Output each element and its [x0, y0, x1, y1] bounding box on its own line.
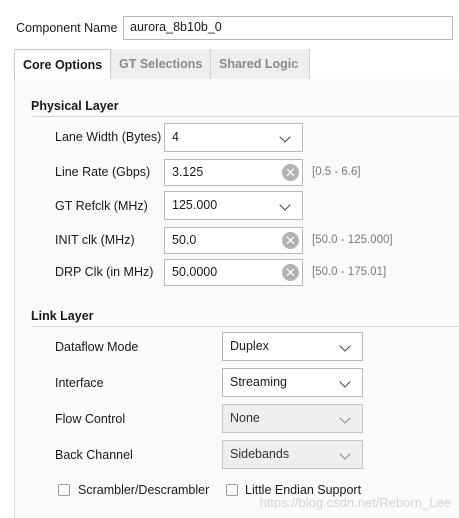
- gt-refclk-select[interactable]: 125.000: [164, 191, 303, 220]
- drp-clk-range: [50.0 - 175.01]: [312, 266, 387, 278]
- drp-clk-label: DRP Clk (in MHz): [55, 265, 154, 279]
- line-rate-value: 3.125: [172, 165, 204, 179]
- tab-gt-selections[interactable]: GT Selections: [111, 49, 211, 79]
- chevron-down-icon: [339, 376, 351, 388]
- back-channel-label: Back Channel: [55, 448, 133, 462]
- chevron-down-icon: [339, 448, 351, 460]
- back-channel-value: Sidebands: [230, 447, 290, 461]
- chevron-down-icon: [279, 131, 291, 143]
- dataflow-mode-label: Dataflow Mode: [55, 340, 139, 354]
- chevron-down-icon: [339, 412, 351, 424]
- physical-layer-divider: [31, 116, 459, 117]
- dataflow-mode-select[interactable]: Duplex: [222, 332, 363, 361]
- component-name-input[interactable]: aurora_8b10b_0: [123, 16, 453, 40]
- flow-control-label: Flow Control: [55, 412, 126, 426]
- init-clk-value: 50.0: [172, 233, 197, 247]
- chevron-down-icon: [339, 340, 351, 352]
- drp-clk-value: 50.0000: [172, 265, 218, 279]
- gt-refclk-label: GT Refclk (MHz): [55, 199, 148, 213]
- init-clk-range: [50.0 - 125.000]: [312, 234, 393, 246]
- init-clk-label: INIT clk (MHz): [55, 233, 135, 247]
- tab-shared-logic[interactable]: Shared Logic: [211, 49, 310, 79]
- scrambler-checkbox[interactable]: [58, 484, 70, 496]
- watermark-text: https://blog.csdn.net/Reborn_Lee: [259, 495, 451, 510]
- clear-icon[interactable]: ✕: [282, 164, 299, 181]
- interface-label: Interface: [55, 376, 104, 390]
- tab-bar: Core Options GT Selections Shared Logic: [14, 49, 459, 80]
- flow-control-select[interactable]: None: [222, 404, 363, 433]
- interface-select[interactable]: Streaming: [222, 368, 363, 397]
- line-rate-input[interactable]: 3.125 ✕: [164, 159, 303, 186]
- core-options-panel: Physical Layer Lane Width (Bytes) 4 Line…: [14, 79, 459, 518]
- little-endian-checkbox[interactable]: [226, 484, 238, 496]
- link-layer-title: Link Layer: [31, 309, 94, 323]
- component-name-label: Component Name: [16, 21, 118, 35]
- dataflow-mode-value: Duplex: [230, 339, 269, 353]
- clear-icon[interactable]: ✕: [282, 264, 299, 281]
- lane-width-value: 4: [172, 130, 179, 144]
- line-rate-range: [0.5 - 6.6]: [312, 166, 361, 178]
- line-rate-label: Line Rate (Gbps): [55, 165, 151, 179]
- gt-refclk-value: 125.000: [172, 198, 218, 212]
- back-channel-select[interactable]: Sidebands: [222, 440, 363, 469]
- tab-core-options[interactable]: Core Options: [14, 49, 111, 80]
- link-layer-divider: [31, 326, 459, 327]
- init-clk-input[interactable]: 50.0 ✕: [164, 227, 303, 254]
- physical-layer-title: Physical Layer: [31, 99, 119, 113]
- chevron-down-icon: [279, 199, 291, 211]
- clear-icon[interactable]: ✕: [282, 232, 299, 249]
- flow-control-value: None: [230, 411, 260, 425]
- interface-value: Streaming: [230, 375, 287, 389]
- lane-width-select[interactable]: 4: [164, 123, 303, 152]
- scrambler-label: Scrambler/Descrambler: [78, 483, 210, 497]
- lane-width-label: Lane Width (Bytes): [55, 130, 162, 144]
- drp-clk-input[interactable]: 50.0000 ✕: [164, 259, 303, 286]
